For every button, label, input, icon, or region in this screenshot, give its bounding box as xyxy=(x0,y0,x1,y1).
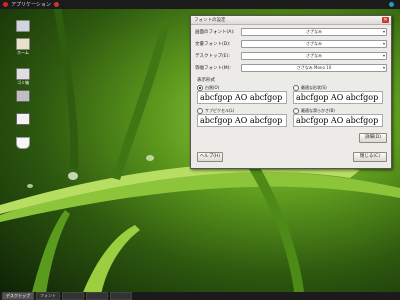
chevron-down-icon: ▾ xyxy=(382,64,385,70)
help-button[interactable]: ヘルプ(H) xyxy=(197,152,223,162)
taskbar-item[interactable]: フォント xyxy=(36,292,60,300)
trash-icon xyxy=(16,68,30,80)
radio-icon[interactable] xyxy=(293,108,299,114)
top-panel: アプリケーション xyxy=(0,0,400,9)
taskbar-item[interactable] xyxy=(110,292,132,300)
chevron-down-icon: ▾ xyxy=(382,28,385,34)
radio-icon[interactable] xyxy=(293,85,299,91)
rendering-option-subpixel[interactable]: サブピクセル(L) abcfgop AO abcfgop xyxy=(197,108,287,127)
rendering-section-label: 表示形式 xyxy=(197,78,215,83)
desktop-icon-trash[interactable]: ゴミ箱 xyxy=(15,68,31,86)
font-row-label: 文書フォント(D): xyxy=(195,41,231,47)
font-combo-document[interactable]: さざなみ ▾ xyxy=(241,39,387,48)
desktop-icon-label: ホーム xyxy=(17,50,29,55)
font-row-desktop: デスクトップ(E): さざなみ ▾ xyxy=(195,51,387,60)
desktop-icon-drive[interactable] xyxy=(15,90,31,102)
taskbar-item[interactable] xyxy=(86,292,108,300)
rendering-option-mono[interactable]: 白黒(O) abcfgop AO abcfgop xyxy=(197,85,287,104)
applications-menu[interactable]: アプリケーション xyxy=(11,1,51,8)
bottom-panel: デスクトップ フォント xyxy=(0,292,400,300)
desktop-icon-basket[interactable] xyxy=(15,137,31,149)
font-settings-dialog: フォントの設定 ✕ 画面のフォント(A): さざなみ ▾ 文書フォント(D): さ… xyxy=(190,15,392,169)
font-sample-preview: abcfgop AO abcfgop xyxy=(197,91,287,104)
font-sample-preview: abcfgop AO abcfgop xyxy=(293,114,383,127)
desktop-icon-home[interactable]: ホーム xyxy=(15,38,31,56)
font-row-label: 画面のフォント(A): xyxy=(195,29,235,35)
radio-icon[interactable] xyxy=(197,108,203,114)
font-row-application: 画面のフォント(A): さざなみ ▾ xyxy=(195,27,387,36)
close-button[interactable]: 閉じる(C) xyxy=(353,152,387,162)
drive-icon xyxy=(16,90,30,102)
font-row-monospace: 等幅フォント(M): さざなみ Mono 10 ▾ xyxy=(195,63,387,72)
taskbar-item[interactable] xyxy=(62,292,84,300)
radio-selected-icon[interactable] xyxy=(197,85,203,91)
browser-icon[interactable] xyxy=(53,2,59,7)
dialog-title: フォントの設定 xyxy=(194,18,226,23)
chevron-down-icon: ▾ xyxy=(382,40,385,46)
font-sample-preview: abcfgop AO abcfgop xyxy=(293,91,383,104)
network-icon[interactable] xyxy=(389,2,394,7)
chevron-down-icon: ▾ xyxy=(382,52,385,58)
desktop-icon-computer[interactable] xyxy=(15,20,31,32)
font-row-label: 等幅フォント(M): xyxy=(195,65,231,71)
basket-icon xyxy=(16,137,30,149)
dialog-titlebar[interactable]: フォントの設定 ✕ xyxy=(191,16,391,25)
details-button[interactable]: 詳細(D) xyxy=(359,133,387,143)
font-combo-application[interactable]: さざなみ ▾ xyxy=(241,27,387,36)
rendering-option-best-smooth[interactable]: 最適な滑らかさ(B) abcfgop AO abcfgop xyxy=(293,108,383,127)
desktop-icon-document[interactable] xyxy=(15,113,31,125)
font-sample-preview: abcfgop AO abcfgop xyxy=(197,114,287,127)
computer-icon xyxy=(16,20,30,32)
font-combo-desktop[interactable]: さざなみ ▾ xyxy=(241,51,387,60)
font-combo-monospace[interactable]: さざなみ Mono 10 ▾ xyxy=(241,63,387,72)
font-row-document: 文書フォント(D): さざなみ ▾ xyxy=(195,39,387,48)
close-icon[interactable]: ✕ xyxy=(382,17,389,23)
desktop-icon-label: ゴミ箱 xyxy=(17,80,29,85)
taskbar-item[interactable]: デスクトップ xyxy=(2,292,34,300)
menu-icon[interactable] xyxy=(3,2,8,7)
rendering-option-best-shape[interactable]: 最適な形状(S) abcfgop AO abcfgop xyxy=(293,85,383,104)
font-row-label: デスクトップ(E): xyxy=(195,53,230,59)
document-icon xyxy=(16,113,30,125)
home-icon xyxy=(16,38,30,50)
